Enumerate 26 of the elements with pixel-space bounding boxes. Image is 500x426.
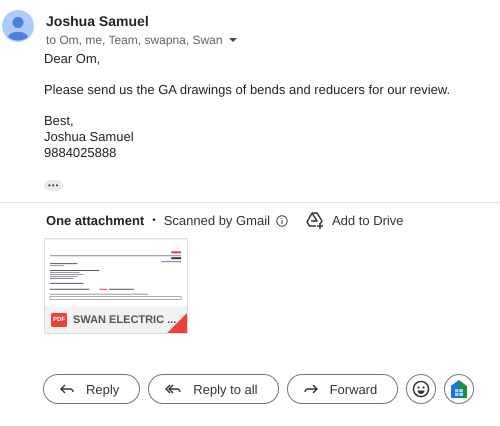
message-paragraph: Please send us the GA drawings of bends and reducers for our review. <box>44 82 452 98</box>
message-paragraph: Dear Om, <box>44 51 102 67</box>
forward-icon <box>304 384 318 394</box>
separator-dot: • <box>152 215 156 226</box>
dropdown-icon[interactable] <box>228 38 237 42</box>
show-trimmed-button[interactable]: ••• <box>44 180 64 191</box>
avatar-icon <box>2 10 34 42</box>
drive-add-icon <box>306 212 324 229</box>
reply-button[interactable]: Reply <box>43 374 140 404</box>
attachment-name: SWAN ELECTRIC ... <box>73 314 176 326</box>
recipients-text: to Om, me, Team, swapna, Swan <box>46 33 223 47</box>
forward-button[interactable]: Forward <box>286 374 398 404</box>
attachment-count: One attachment <box>46 213 144 228</box>
info-icon[interactable] <box>276 214 288 226</box>
add-to-drive-button[interactable]: Add to Drive <box>306 212 404 229</box>
sheets-icon <box>450 379 468 399</box>
message-paragraph: Best, Joshua Samuel 9884025888 <box>44 113 135 161</box>
sheets-app-button[interactable] <box>444 374 474 404</box>
reply-all-icon <box>165 384 182 394</box>
sender-name: Joshua Samuel <box>46 13 150 29</box>
page-curl-icon <box>167 313 187 333</box>
reply-icon <box>60 384 74 394</box>
smiley-icon <box>412 380 430 398</box>
emoji-button[interactable] <box>406 374 436 404</box>
reply-all-button[interactable]: Reply to all <box>148 374 279 404</box>
scanned-text: Scanned by Gmail <box>164 213 270 228</box>
